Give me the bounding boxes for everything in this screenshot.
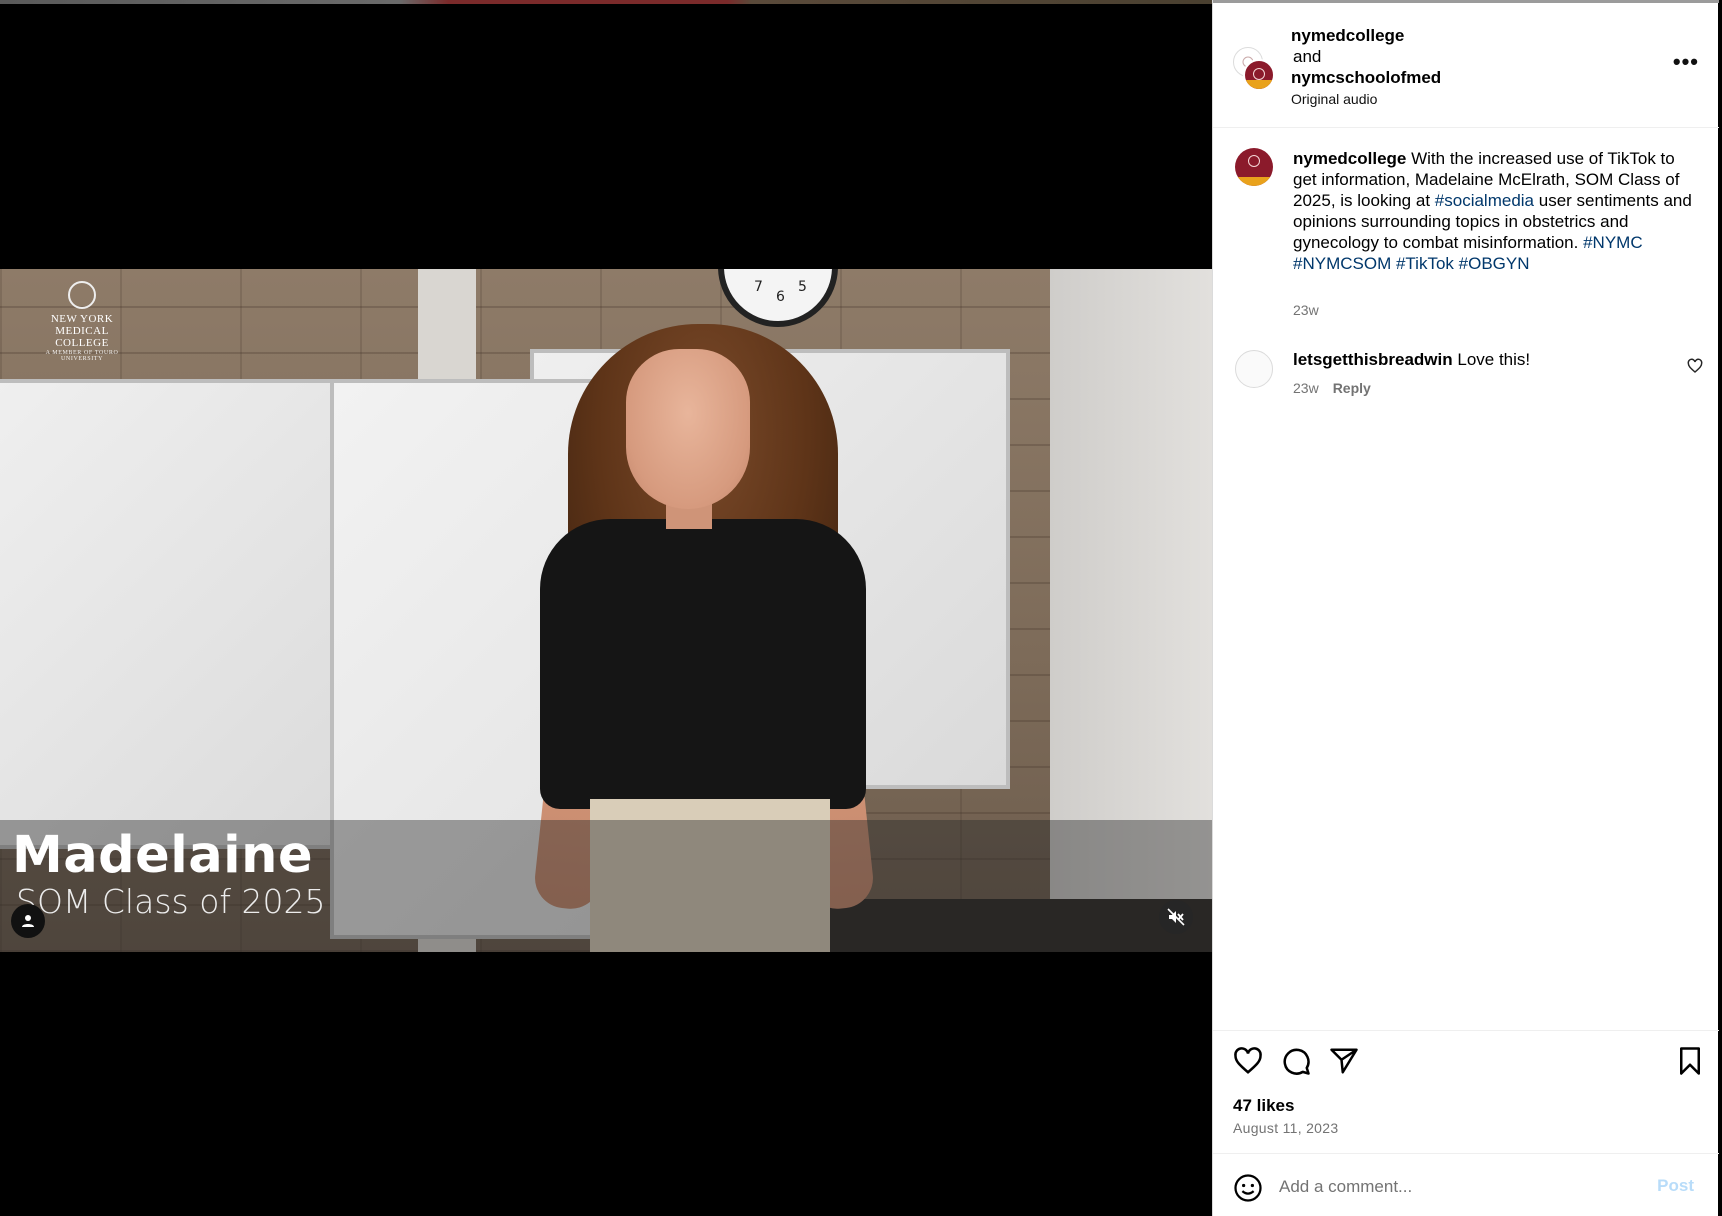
like-count[interactable]: 47 likes bbox=[1233, 1096, 1294, 1116]
post-header: nymedcollege and nymcschoolofmed Origina… bbox=[1213, 3, 1719, 128]
more-options-icon[interactable]: ••• bbox=[1673, 51, 1699, 73]
avatar[interactable] bbox=[1235, 350, 1273, 388]
post-button[interactable]: Post bbox=[1657, 1176, 1694, 1196]
post-caption: nymedcollege With the increased use of T… bbox=[1293, 149, 1692, 273]
seal-icon bbox=[68, 281, 96, 309]
avatar[interactable] bbox=[1235, 148, 1273, 186]
author-link[interactable]: nymcschoolofmed bbox=[1291, 67, 1441, 88]
reply-button[interactable]: Reply bbox=[1333, 380, 1371, 396]
hashtag-link[interactable]: #NYMC bbox=[1583, 233, 1643, 252]
post-authors: nymedcollege and nymcschoolofmed Origina… bbox=[1291, 25, 1442, 109]
lower-third-name: Madelaine bbox=[12, 826, 314, 885]
like-heart-icon[interactable] bbox=[1233, 1046, 1263, 1076]
comment-meta: 23w Reply bbox=[1293, 380, 1371, 396]
comment-input[interactable] bbox=[1279, 1172, 1619, 1202]
comment-text: Love this! bbox=[1457, 350, 1531, 369]
share-icon[interactable] bbox=[1329, 1046, 1359, 1076]
post-date: August 11, 2023 bbox=[1233, 1120, 1339, 1136]
comment-timestamp[interactable]: 23w bbox=[1293, 380, 1319, 396]
hashtag-link[interactable]: #OBGYN bbox=[1459, 254, 1530, 273]
hashtag-link[interactable]: #NYMCSOM bbox=[1293, 254, 1391, 273]
tagged-users-button[interactable] bbox=[11, 904, 45, 938]
emoji-icon[interactable] bbox=[1233, 1173, 1263, 1203]
comment-like-heart-icon[interactable] bbox=[1687, 358, 1703, 374]
person bbox=[540, 519, 866, 809]
video-player[interactable]: 7 6 5 NEW YORK MEDICAL COLLEGE A MEMBER … bbox=[0, 0, 1212, 1216]
bookmark-icon[interactable] bbox=[1675, 1046, 1705, 1076]
collab-avatars[interactable] bbox=[1233, 47, 1277, 91]
mute-button[interactable] bbox=[1159, 900, 1193, 934]
post-sidebar: nymedcollege and nymcschoolofmed Origina… bbox=[1212, 0, 1719, 1216]
lower-third-subtitle: SOM Class of 2025 bbox=[16, 882, 326, 921]
comment: letsgetthisbreadwin Love this! bbox=[1293, 350, 1530, 370]
speaker-muted-icon bbox=[1167, 908, 1185, 926]
caption-username[interactable]: nymedcollege bbox=[1293, 149, 1406, 168]
author-link[interactable]: nymedcollege bbox=[1291, 25, 1441, 46]
avatar bbox=[1243, 59, 1275, 91]
comment-username[interactable]: letsgetthisbreadwin bbox=[1293, 350, 1453, 369]
hashtag-link[interactable]: #TikTok bbox=[1396, 254, 1454, 273]
college-logo: NEW YORK MEDICAL COLLEGE A MEMBER OF TOU… bbox=[30, 281, 134, 362]
user-icon bbox=[22, 915, 34, 927]
video-frame[interactable]: 7 6 5 NEW YORK MEDICAL COLLEGE A MEMBER … bbox=[0, 269, 1212, 952]
audio-link[interactable]: Original audio bbox=[1291, 89, 1441, 109]
comment-icon[interactable] bbox=[1281, 1046, 1311, 1076]
background-strip bbox=[0, 0, 1212, 4]
hashtag-link[interactable]: #socialmedia bbox=[1435, 191, 1534, 210]
caption-timestamp[interactable]: 23w bbox=[1293, 302, 1319, 318]
